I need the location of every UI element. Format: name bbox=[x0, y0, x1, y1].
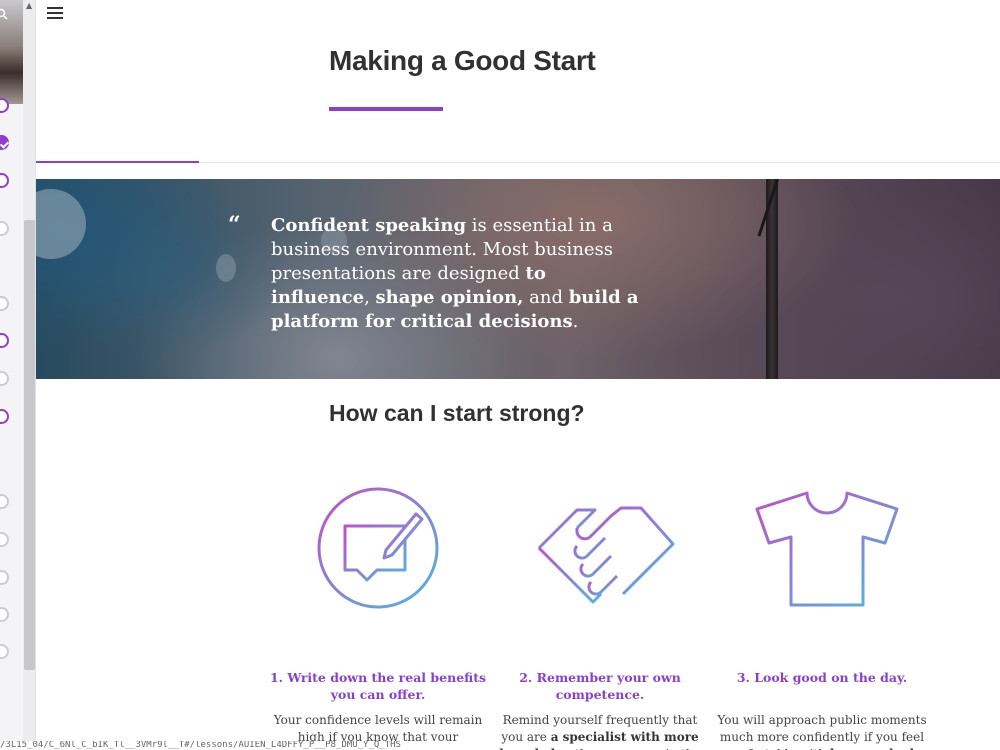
quote-segment: Confident speaking bbox=[271, 215, 467, 236]
browser-status-url: /3L15_04/C_6Nl_C_bIK_Tl__3VMr9l__T#/less… bbox=[0, 741, 470, 750]
title-underline bbox=[329, 107, 443, 111]
lesson-status-complete-icon[interactable] bbox=[0, 135, 9, 150]
handshake-icon bbox=[537, 484, 675, 614]
lesson-status-incomplete-icon[interactable] bbox=[0, 371, 9, 386]
lesson-status-incomplete-icon[interactable] bbox=[0, 607, 9, 622]
lesson-status-incomplete-icon[interactable] bbox=[0, 494, 9, 509]
step-3-body: You will approach public moments much mo… bbox=[712, 712, 932, 750]
quote-text: Confident speaking is essential in a bus… bbox=[271, 214, 641, 334]
lesson-status-incomplete-icon[interactable] bbox=[0, 532, 9, 547]
sidebar-scroll-thumb[interactable] bbox=[24, 220, 35, 670]
quote-segment: . bbox=[572, 311, 579, 332]
lesson-progress-fill bbox=[36, 161, 199, 163]
lesson-sidebar: ▲ bbox=[0, 0, 36, 750]
lesson-status-incomplete-icon[interactable] bbox=[0, 98, 9, 113]
lesson-status-incomplete-icon[interactable] bbox=[0, 221, 9, 236]
quote-mark-icon: “ bbox=[228, 212, 241, 238]
hamburger-menu-icon[interactable] bbox=[47, 7, 63, 21]
writing-note-icon bbox=[313, 484, 443, 614]
step-2-body: Remind yourself frequently that you are … bbox=[490, 712, 710, 750]
lesson-status-incomplete-icon[interactable] bbox=[0, 409, 9, 424]
lesson-status-incomplete-icon[interactable] bbox=[0, 333, 9, 348]
page-title: Making a Good Start bbox=[329, 45, 596, 76]
lesson-status-incomplete-icon[interactable] bbox=[0, 173, 9, 188]
quote-segment: , bbox=[364, 287, 376, 308]
search-icon[interactable] bbox=[0, 8, 10, 22]
tshirt-icon bbox=[755, 484, 899, 614]
quote-segment: shape opinion, bbox=[375, 287, 524, 308]
step-3-title: 3. Look good on the day. bbox=[736, 670, 908, 685]
lesson-status-incomplete-icon[interactable] bbox=[0, 644, 9, 659]
step-3-body-segment: You will approach public moments much mo… bbox=[717, 713, 927, 750]
section-heading: How can I start strong? bbox=[329, 400, 585, 426]
quote-segment: and bbox=[523, 287, 569, 308]
step-2-title: 2. Remember your own competence. bbox=[519, 670, 681, 702]
lesson-status-incomplete-icon[interactable] bbox=[0, 296, 9, 311]
lesson-status-incomplete-icon[interactable] bbox=[0, 570, 9, 585]
step-1-title: 1. Write down the real benefits you can … bbox=[269, 670, 487, 702]
scroll-up-arrow-icon[interactable]: ▲ bbox=[26, 1, 32, 10]
